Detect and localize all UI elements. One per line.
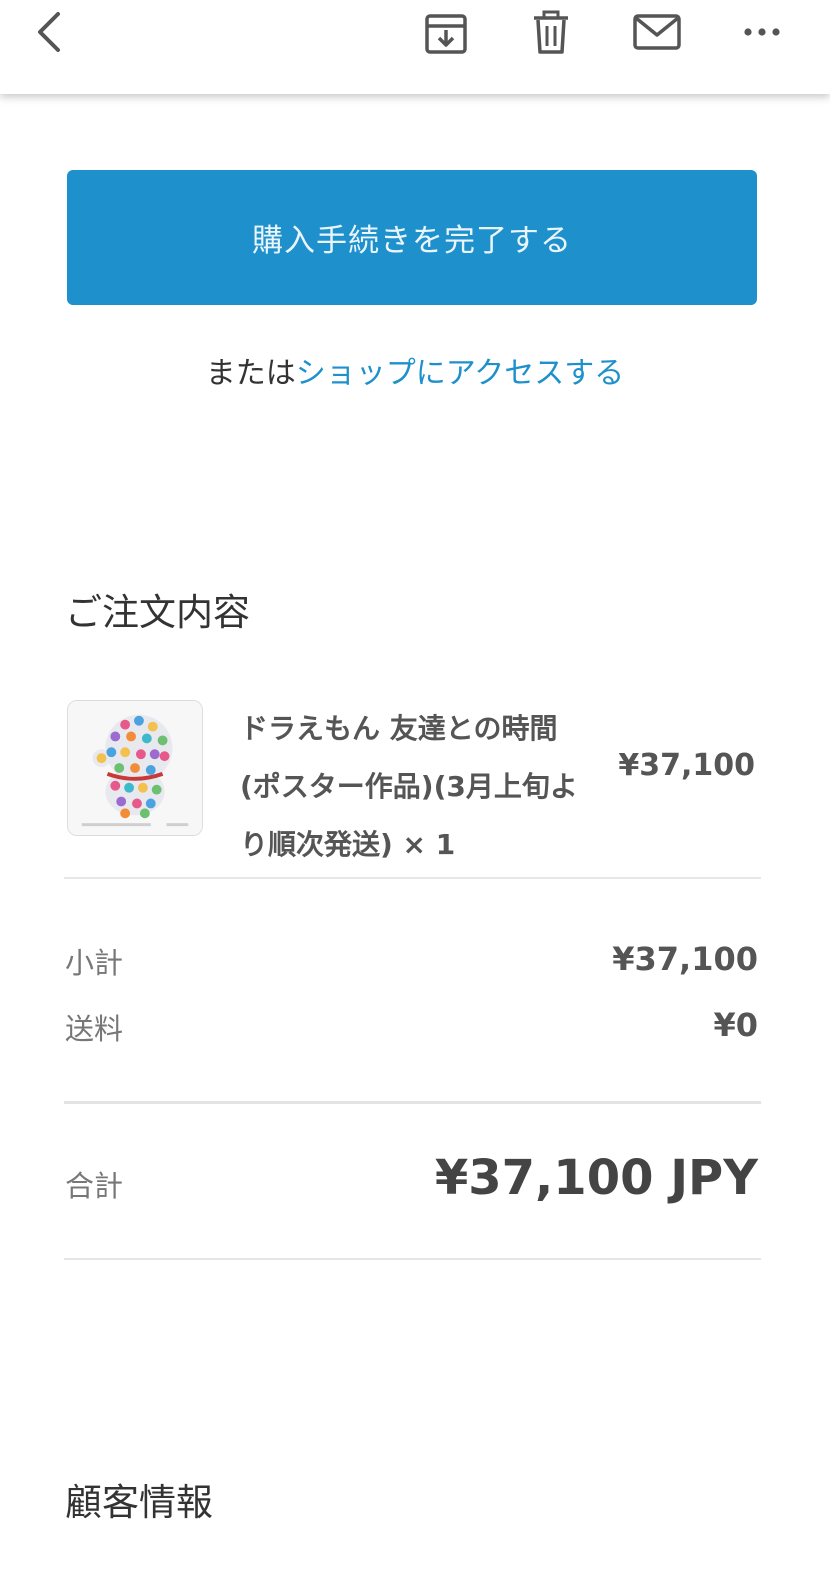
shop-access-link[interactable]: ショップにアクセスする: [296, 356, 625, 391]
shipping-label: 送料: [65, 1012, 124, 1046]
archive-icon[interactable]: [421, 8, 471, 58]
product-name: ドラえもん 友達との時間 (ポスター作品)(3月上旬より順次発送) × 1: [240, 712, 578, 861]
mail-icon[interactable]: [632, 8, 682, 58]
shop-access-line: またはショップにアクセスする: [0, 348, 830, 392]
product-price: ¥37,100: [618, 748, 755, 783]
total-label: 合計: [65, 1169, 124, 1203]
trash-icon[interactable]: [526, 8, 576, 58]
more-icon[interactable]: [737, 8, 787, 58]
product-thumbnail: [67, 700, 203, 836]
divider: [64, 1101, 761, 1104]
divider: [64, 877, 761, 879]
complete-purchase-button[interactable]: 購入手続きを完了する: [67, 170, 757, 305]
subtotal-label: 小計: [65, 946, 124, 980]
or-prefix: または: [205, 356, 296, 391]
customer-info-title: 顧客情報: [65, 1481, 213, 1524]
subtotal-value: ¥37,100: [612, 940, 758, 978]
complete-purchase-label: 購入手続きを完了する: [252, 223, 572, 259]
shipping-value: ¥0: [713, 1006, 758, 1044]
mail-toolbar: [0, 0, 830, 94]
divider: [64, 1258, 761, 1260]
total-value: ¥37,100 JPY: [434, 1150, 758, 1206]
back-arrow-icon[interactable]: [28, 8, 78, 58]
order-summary-title: ご注文内容: [65, 591, 250, 634]
